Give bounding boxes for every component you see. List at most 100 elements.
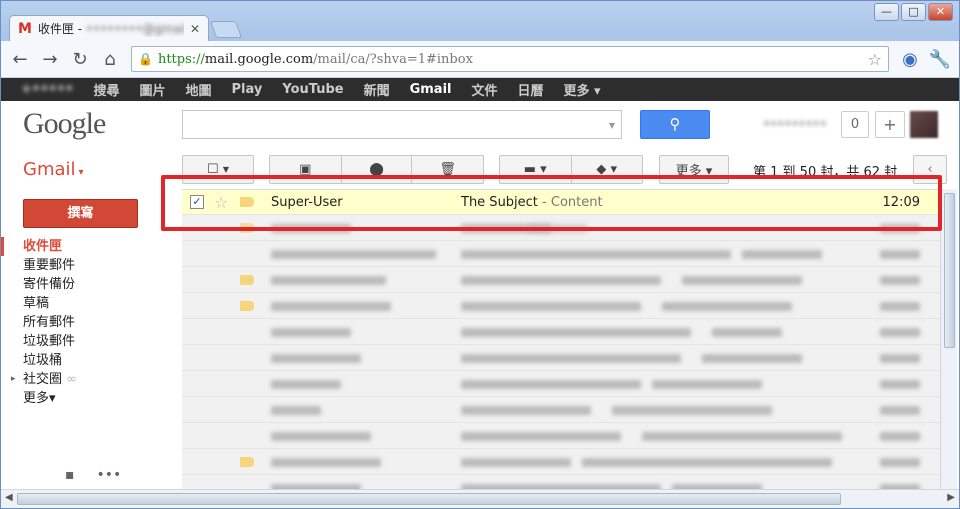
star-icon[interactable]: ☆ [214, 193, 228, 212]
search-icon: ⚲ [669, 115, 681, 133]
sidebar-item-spam[interactable]: 垃圾郵件 [1, 332, 182, 351]
gmail-toolbar-row: Gmail ▾ ☐ ▼ ▣ ⬤ 🗑 ▬ ▾ ◆ ▾ 更多 ▾ 第 1 到 50 封… [1, 151, 959, 189]
list-item[interactable] [182, 397, 940, 423]
sidebar-item-inbox[interactable]: 收件匣 [1, 237, 182, 256]
sidebar-item-circles[interactable]: ▸ 社交圈 ∞ [1, 370, 182, 389]
gbar-item-play[interactable]: Play [232, 82, 263, 97]
bookmark-star-icon[interactable]: ☆ [868, 50, 882, 69]
checkbox-icon: ☐ [207, 162, 219, 177]
sidebar-item-sent[interactable]: 寄件備份 [1, 275, 182, 294]
gbar-item-calendar[interactable]: 日曆 [518, 80, 544, 99]
gmail-header: Google ▼ ⚲ ••••••••• 0 + [1, 101, 959, 151]
list-item[interactable] [182, 215, 940, 241]
message-subject: The Subject - Content [461, 194, 603, 210]
message-row-selected[interactable]: ✓ ☆ Super-User The Subject - Content 12:… [182, 189, 940, 215]
chevron-down-icon: ▼ [222, 165, 229, 174]
list-item[interactable] [182, 475, 940, 489]
important-marker-icon[interactable] [240, 197, 254, 207]
gmail-menu[interactable]: Gmail ▾ [23, 159, 84, 180]
reload-icon[interactable]: ↻ [67, 46, 93, 72]
gbar-item-plus[interactable]: +••••• [21, 82, 73, 97]
gbar-item-gmail[interactable]: Gmail [410, 82, 452, 97]
browser-toolbar: ← → ↻ ⌂ 🔒 https://mail.google.com/mail/c… [1, 41, 959, 78]
tab-close-icon[interactable]: ✕ [190, 22, 200, 36]
link-icon: ∞ [66, 372, 77, 387]
message-time: 12:09 [882, 194, 920, 210]
wrench-icon[interactable]: 🔧 [927, 46, 953, 72]
list-item[interactable] [182, 293, 940, 319]
back-arrow-icon[interactable]: ← [7, 46, 33, 72]
search-button[interactable]: ⚲ [640, 110, 710, 139]
list-item[interactable] [182, 371, 940, 397]
scroll-left-arrow-icon[interactable]: ◀ [5, 492, 13, 503]
list-item[interactable] [182, 267, 940, 293]
sidebar-nav: 收件匣 重要郵件 寄件備份 草稿 所有郵件 垃圾郵件 垃圾桶 ▸ 社交圈 ∞ 更多… [1, 237, 182, 408]
select-dropdown[interactable]: ☐ ▼ [182, 155, 254, 184]
browser-tab[interactable]: M 收件匣 - ••••••••@gmail.com ✕ [9, 15, 209, 41]
gbar-item-maps[interactable]: 地圖 [185, 80, 211, 99]
gbar-item-docs[interactable]: 文件 [472, 80, 498, 99]
minimize-button[interactable]: — [874, 3, 899, 21]
tab-title: 收件匣 - ••••••••@gmail.com [37, 22, 184, 36]
sidebar-item-drafts[interactable]: 草稿 [1, 294, 182, 313]
pagination-text: 第 1 到 50 封，共 62 封 [753, 165, 898, 180]
list-item[interactable] [182, 449, 940, 475]
sidebar-item-more[interactable]: 更多▾ [1, 389, 182, 408]
search-options-icon[interactable]: ▼ [609, 121, 615, 130]
sidebar-item-important[interactable]: 重要郵件 [1, 256, 182, 275]
address-bar[interactable]: 🔒 https://mail.google.com/mail/ca/?shva=… [131, 46, 889, 72]
expand-triangle-icon[interactable]: ▸ [11, 370, 16, 389]
close-window-button[interactable]: ✕ [928, 3, 953, 21]
more-button[interactable]: 更多 ▾ [659, 155, 729, 184]
maximize-button[interactable]: □ [901, 3, 926, 21]
google-logo[interactable]: Google [23, 107, 106, 141]
message-list: ✓ ☆ Super-User The Subject - Content 12:… [182, 189, 940, 489]
prev-page-button[interactable]: ‹ [913, 155, 947, 184]
new-tab-button[interactable] [209, 21, 243, 38]
tag-icon[interactable]: ◆ ▾ [572, 162, 643, 177]
notification-count[interactable]: 0 [841, 111, 869, 138]
url-text: https://mail.google.com/mail/ca/?shva=1#… [157, 51, 473, 67]
vertical-scrollbar[interactable] [940, 189, 957, 489]
gbar-item-search[interactable]: 搜尋 [93, 80, 119, 99]
compose-button[interactable]: 撰寫 [23, 199, 138, 228]
chat-icon[interactable]: ▪ [65, 467, 75, 483]
vertical-scroll-thumb[interactable] [944, 193, 955, 348]
user-name[interactable]: ••••••••• [763, 117, 827, 131]
important-marker-icon [240, 456, 254, 467]
list-item[interactable] [182, 423, 940, 449]
browser-window: M 收件匣 - ••••••••@gmail.com ✕ — □ ✕ ← → ↻… [0, 0, 960, 509]
list-item[interactable] [182, 241, 940, 267]
horizontal-scroll-thumb[interactable] [17, 493, 841, 505]
important-marker-icon [240, 274, 254, 285]
gmail-favicon-icon: M [18, 20, 32, 37]
message-sender: Super-User [271, 194, 343, 210]
list-item[interactable] [182, 319, 940, 345]
archive-icon[interactable]: ▣ [270, 162, 341, 177]
trash-icon[interactable]: 🗑 [412, 162, 483, 177]
home-icon[interactable]: ⌂ [97, 46, 123, 72]
more-dots-icon[interactable]: ••• [97, 467, 122, 483]
title-bar: M 收件匣 - ••••••••@gmail.com ✕ — □ ✕ [1, 1, 959, 41]
globe-icon[interactable]: ◉ [897, 46, 923, 72]
report-spam-icon[interactable]: ⬤ [342, 162, 412, 177]
gbar-item-images[interactable]: 圖片 [139, 80, 165, 99]
gbar-item-youtube[interactable]: YouTube [282, 82, 343, 97]
lock-icon: 🔒 [138, 52, 153, 66]
label-button-group: ▬ ▾ ◆ ▾ [499, 155, 643, 184]
sidebar-item-all-mail[interactable]: 所有郵件 [1, 313, 182, 332]
scroll-right-arrow-icon[interactable]: ▶ [947, 492, 955, 503]
forward-arrow-icon[interactable]: → [37, 46, 63, 72]
row-checkbox[interactable]: ✓ [190, 195, 204, 209]
horizontal-scrollbar[interactable]: ◀ ▶ [1, 489, 959, 508]
important-marker-icon [240, 222, 254, 233]
gbar-item-more[interactable]: 更多 ▾ [564, 80, 601, 99]
search-input[interactable]: ▼ [182, 110, 622, 139]
sidebar-item-trash[interactable]: 垃圾桶 [1, 351, 182, 370]
share-plus-button[interactable]: + [875, 111, 905, 138]
avatar[interactable] [910, 111, 938, 138]
gbar-item-news[interactable]: 新聞 [364, 80, 390, 99]
list-item[interactable] [182, 345, 940, 371]
folder-icon[interactable]: ▬ ▾ [500, 162, 571, 177]
google-bar: +••••• 搜尋 圖片 地圖 Play YouTube 新聞 Gmail 文件… [1, 78, 959, 101]
